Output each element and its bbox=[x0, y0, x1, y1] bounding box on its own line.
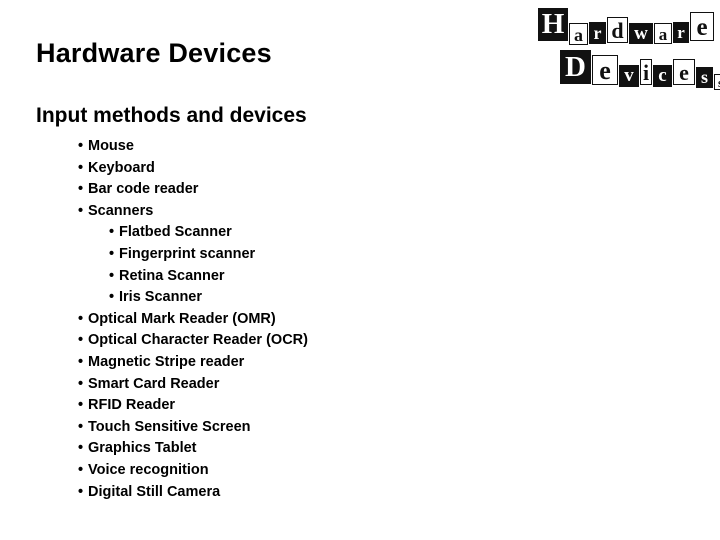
logo-letter-e: e bbox=[673, 59, 695, 85]
bullet-icon: • bbox=[78, 159, 84, 176]
list-item-label: Magnetic Stripe reader bbox=[88, 353, 245, 370]
bullet-icon: • bbox=[78, 202, 84, 219]
bullet-icon: • bbox=[78, 181, 84, 198]
bullet-icon: • bbox=[78, 397, 84, 414]
slide: Hardware Devices Input methods and devic… bbox=[0, 0, 720, 540]
bullet-icon: • bbox=[78, 440, 84, 457]
list-item-label: RFID Reader bbox=[88, 397, 176, 414]
list-item: • Magnetic Stripe reader bbox=[36, 352, 506, 374]
bullet-icon: • bbox=[78, 138, 84, 154]
bullet-list: • Mouse • Keyboard • Bar code reader • Scanners… bbox=[36, 136, 506, 503]
logo-letter-c: c bbox=[653, 65, 672, 87]
bullet-icon: • bbox=[78, 375, 84, 392]
list-item-label: Voice recognition bbox=[88, 461, 209, 478]
section-heading: Input methods and devices bbox=[36, 104, 307, 127]
list-item: • Optical Character Reader (OCR) bbox=[36, 330, 506, 352]
logo-letter-d: D bbox=[560, 50, 591, 84]
list-item-label: Flatbed Scanner bbox=[119, 224, 232, 241]
logo-letter-e: e bbox=[592, 55, 618, 85]
logo-letter-r: r bbox=[589, 21, 606, 44]
bullet-icon: • bbox=[109, 245, 115, 262]
bullet-icon: • bbox=[78, 483, 84, 500]
list-item-label: Retina Scanner bbox=[119, 267, 225, 284]
logo-letter-h: H bbox=[538, 8, 568, 41]
list-item: • RFID Reader bbox=[36, 395, 506, 417]
bullet-icon: • bbox=[78, 332, 84, 349]
bullet-icon: • bbox=[109, 224, 115, 241]
hardware-devices-logo: Hardware Devicess bbox=[538, 6, 720, 92]
logo-letter-a: a bbox=[569, 22, 588, 45]
list-item-label: Smart Card Reader bbox=[88, 375, 220, 392]
list-item-label: Touch Sensitive Screen bbox=[88, 418, 251, 435]
list-item: • Optical Mark Reader (OMR) bbox=[36, 309, 506, 331]
list-item-label: Optical Character Reader (OCR) bbox=[88, 332, 308, 349]
list-item-label: Optical Mark Reader (OMR) bbox=[88, 310, 276, 327]
list-item-label: Fingerprint scanner bbox=[119, 245, 256, 262]
bullet-icon: • bbox=[109, 289, 115, 306]
list-item: • Voice recognition bbox=[36, 460, 506, 482]
logo-row-devices: Devicess bbox=[560, 50, 720, 90]
list-item: • Digital Still Camera bbox=[36, 482, 506, 504]
list-item: • Retina Scanner bbox=[36, 266, 506, 288]
list-item-label: Graphics Tablet bbox=[88, 440, 197, 457]
page-title: Hardware Devices bbox=[36, 38, 272, 68]
list-item-label: Bar code reader bbox=[88, 181, 199, 198]
list-item: • Keyboard bbox=[36, 158, 506, 180]
bullet-icon: • bbox=[78, 353, 84, 370]
logo-letter-s: s bbox=[714, 74, 720, 90]
logo-row-hardware: Hardware bbox=[538, 8, 715, 45]
logo-letter-a: a bbox=[654, 23, 672, 44]
list-item-label: Mouse bbox=[88, 138, 134, 154]
logo-letter-w: w bbox=[629, 23, 653, 44]
list-item-label: Iris Scanner bbox=[119, 289, 203, 306]
list-item: • Bar code reader bbox=[36, 179, 506, 201]
list-item: • Smart Card Reader bbox=[36, 374, 506, 396]
logo-letter-i: i bbox=[640, 59, 652, 85]
bullet-icon: • bbox=[78, 461, 84, 478]
bullet-icon: • bbox=[78, 418, 84, 435]
bullet-icon: • bbox=[78, 310, 84, 327]
list-item: • Flatbed Scanner bbox=[36, 222, 506, 244]
logo-letter-r: r bbox=[673, 22, 689, 43]
list-item-label: Scanners bbox=[88, 202, 154, 219]
logo-letter-d: d bbox=[607, 16, 628, 43]
list-item-label: Digital Still Camera bbox=[88, 483, 221, 500]
list-item: • Fingerprint scanner bbox=[36, 244, 506, 266]
list-item: • Graphics Tablet bbox=[36, 438, 506, 460]
list-item: • Scanners bbox=[36, 201, 506, 223]
logo-letter-v: v bbox=[619, 65, 639, 87]
list-item: • Mouse bbox=[36, 136, 506, 158]
list-item-label: Keyboard bbox=[88, 159, 155, 176]
bullet-icon: • bbox=[109, 267, 115, 284]
logo-letter-s: s bbox=[696, 66, 713, 88]
list-item: • Iris Scanner bbox=[36, 287, 506, 309]
list-item: • Touch Sensitive Screen bbox=[36, 417, 506, 439]
logo-letter-e: e bbox=[690, 12, 714, 41]
